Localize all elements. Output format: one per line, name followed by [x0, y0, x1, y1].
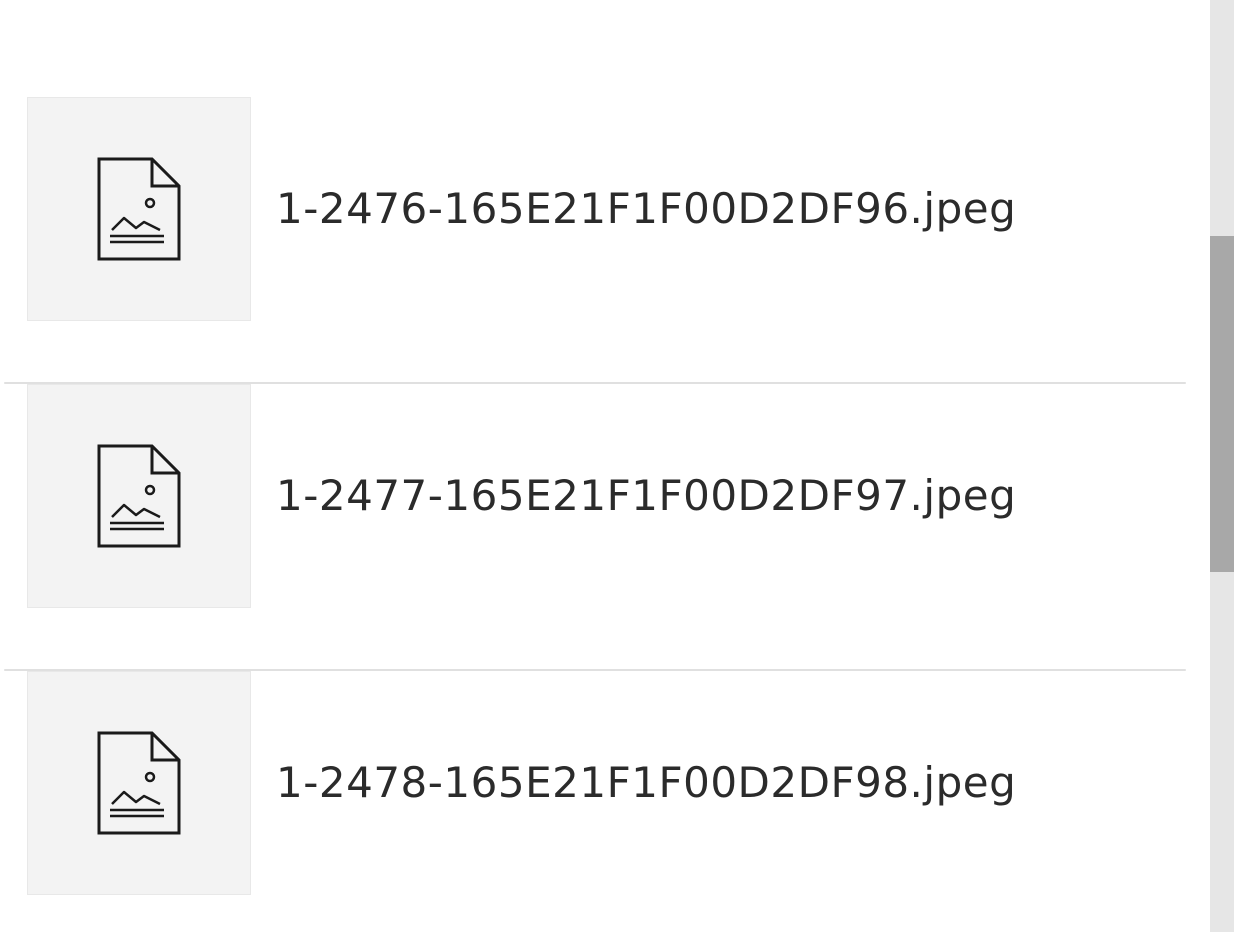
attachment-file-name[interactable]: 1-2477-165E21F1F00D2DF97.jpeg: [276, 384, 1016, 608]
attachment-file-name[interactable]: 1-2478-165E21F1F00D2DF98.jpeg: [276, 671, 1016, 895]
attachment-thumbnail[interactable]: [27, 384, 251, 608]
scrollbar-thumb[interactable]: [1210, 236, 1234, 572]
attachment-item[interactable]: 1-2478-165E21F1F00D2DF98.jpeg: [4, 671, 1186, 932]
image-file-icon: [97, 157, 181, 261]
attachment-file-name[interactable]: 1-2476-165E21F1F00D2DF96.jpeg: [276, 97, 1016, 321]
attachment-thumbnail[interactable]: [27, 97, 251, 321]
vertical-scrollbar[interactable]: [1210, 0, 1234, 932]
attachments-panel: 1-2476-165E21F1F00D2DF96.jpeg 1-2477-165…: [0, 0, 1254, 932]
attachment-list: 1-2476-165E21F1F00D2DF96.jpeg 1-2477-165…: [0, 0, 1210, 932]
attachment-item[interactable]: 1-2476-165E21F1F00D2DF96.jpeg: [4, 97, 1186, 384]
attachment-thumbnail[interactable]: [27, 671, 251, 895]
attachment-item[interactable]: 1-2477-165E21F1F00D2DF97.jpeg: [4, 384, 1186, 671]
image-file-icon: [97, 731, 181, 835]
panel-edge: [1234, 0, 1254, 932]
image-file-icon: [97, 444, 181, 548]
